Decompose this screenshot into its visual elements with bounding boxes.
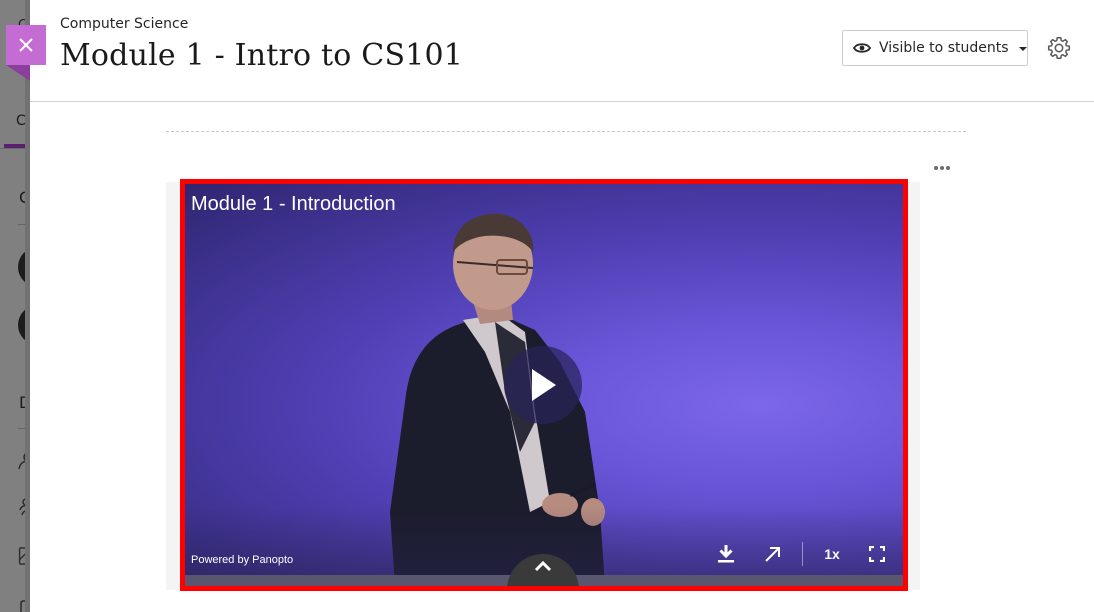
visibility-label: Visible to students [879, 40, 1009, 56]
panel-header: Computer Science Module 1 - Intro to CS1… [30, 0, 1094, 102]
more-horizontal-icon [934, 166, 938, 170]
playback-speed-button[interactable]: 1x [819, 543, 845, 565]
video-player[interactable]: Module 1 - Introduction Powered by Panop… [180, 179, 908, 591]
close-icon [19, 38, 33, 52]
play-button[interactable] [504, 346, 582, 424]
page-title: Module 1 - Intro to CS101 [60, 38, 464, 73]
download-icon [718, 545, 734, 563]
gear-icon[interactable] [1046, 35, 1072, 61]
content-divider [166, 131, 966, 132]
breadcrumb[interactable]: Computer Science [60, 16, 188, 32]
play-icon [532, 369, 556, 401]
fullscreen-icon [869, 546, 885, 562]
chevron-up-icon [534, 560, 552, 572]
eye-icon [853, 43, 871, 53]
close-button-fold [6, 65, 30, 81]
close-button[interactable] [6, 25, 46, 65]
caret-down-icon [1018, 47, 1027, 51]
more-options-button[interactable] [930, 160, 954, 176]
controls-separator [802, 542, 803, 566]
content-panel: Computer Science Module 1 - Intro to CS1… [6, 0, 1094, 612]
background-page: C Co C D [0, 0, 30, 612]
open-external-button[interactable] [762, 543, 784, 565]
video-title: Module 1 - Introduction [191, 193, 396, 215]
fullscreen-button[interactable] [866, 543, 888, 565]
download-button[interactable] [715, 543, 737, 565]
more-horizontal-icon [940, 166, 944, 170]
open-external-icon [765, 547, 780, 562]
more-horizontal-icon [946, 166, 950, 170]
visibility-dropdown[interactable]: Visible to students [842, 30, 1028, 66]
powered-by-label[interactable]: Powered by Panopto [191, 554, 293, 566]
